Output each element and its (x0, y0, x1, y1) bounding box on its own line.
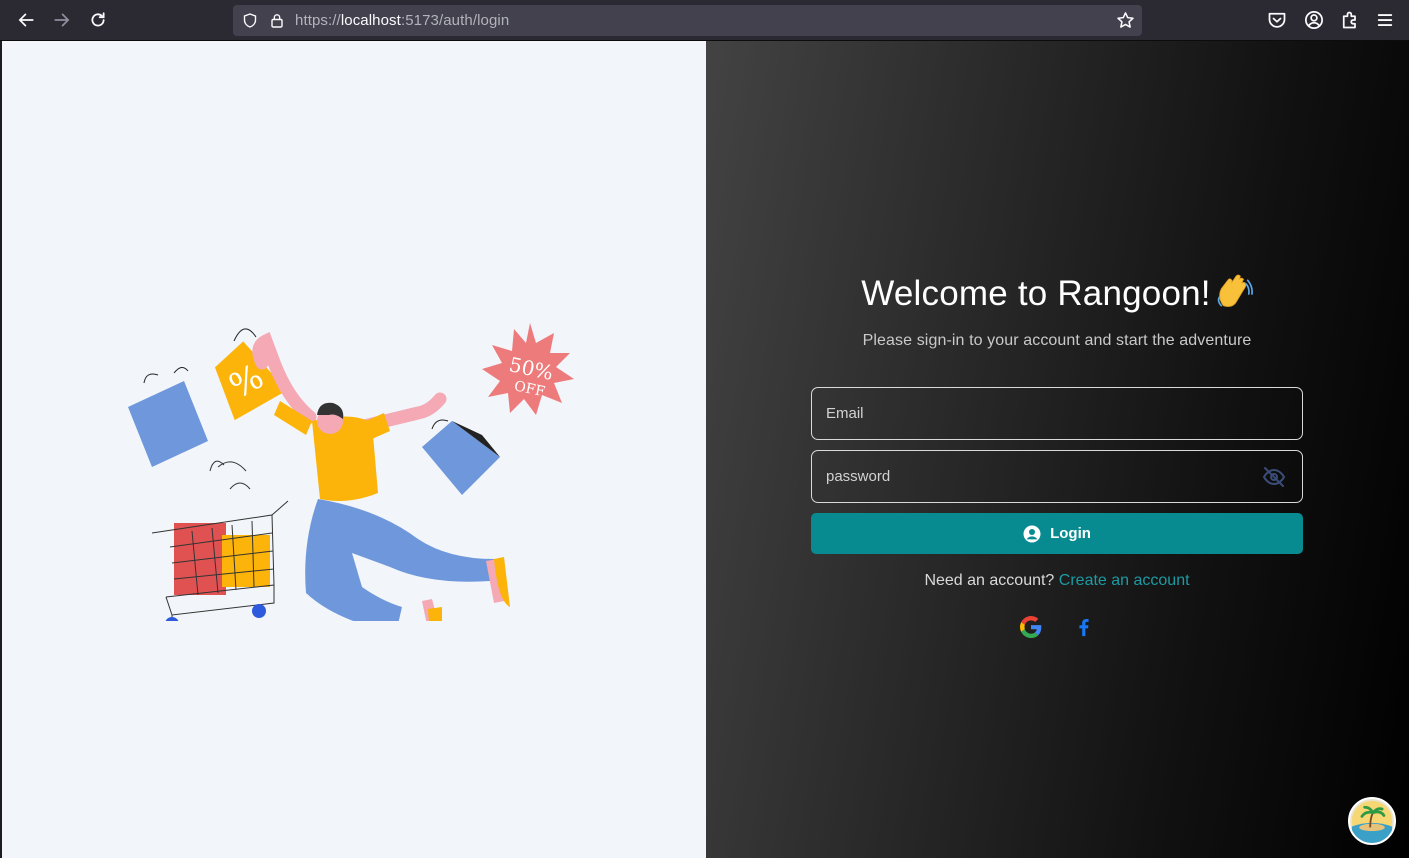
extensions-icon[interactable] (1340, 10, 1360, 30)
email-field[interactable] (812, 388, 1302, 439)
url-bar[interactable]: https://localhost:5173/auth/login (233, 5, 1142, 36)
account-icon[interactable] (1304, 10, 1324, 30)
facebook-login-button[interactable] (1073, 616, 1095, 638)
shopping-bag-blue (128, 367, 208, 467)
floating-avatar-badge[interactable] (1348, 797, 1396, 845)
social-login (811, 616, 1303, 638)
shopping-bag-blue-right (422, 419, 500, 495)
shield-icon[interactable] (242, 12, 258, 29)
password-field[interactable] (812, 451, 1302, 502)
shopping-illustration: % 50% OFF (128, 323, 574, 621)
google-login-button[interactable] (1019, 616, 1042, 638)
page: % 50% OFF Welcome to Rangoon! Please sig… (2, 41, 1409, 858)
forward-icon (54, 13, 70, 27)
cart-wheel (252, 604, 266, 618)
login-button[interactable]: Login (811, 513, 1303, 554)
create-account-link[interactable]: Create an account (1059, 572, 1190, 589)
email-field-wrapper (811, 387, 1303, 440)
login-button-label: Login (1050, 525, 1091, 542)
login-form: Welcome to Rangoon! Please sign-in to yo… (811, 271, 1303, 638)
back-icon (18, 13, 34, 27)
back-button[interactable] (13, 7, 39, 33)
illustration-panel: % 50% OFF (2, 41, 706, 858)
discount-badge: 50% OFF (482, 323, 574, 415)
shopping-cart (151, 460, 289, 621)
page-title: Welcome to Rangoon! (811, 271, 1303, 317)
waving-hand-icon (1217, 274, 1253, 307)
url-path: :5173/auth/login (400, 12, 510, 29)
login-panel: Welcome to Rangoon! Please sign-in to yo… (706, 41, 1409, 858)
need-account-text: Need an account? (924, 572, 1055, 589)
star-icon[interactable] (1116, 11, 1135, 30)
title-text: Welcome to Rangoon! (861, 274, 1211, 313)
url-host: localhost (340, 12, 401, 29)
browser-toolbar: https://localhost:5173/auth/login (0, 0, 1409, 41)
signup-prompt: Need an account? Create an account (811, 572, 1303, 590)
url-text[interactable]: https://localhost:5173/auth/login (295, 12, 509, 29)
facebook-icon (1078, 619, 1089, 637)
lock-icon[interactable] (269, 12, 285, 29)
page-subtitle: Please sign-in to your account and start… (862, 332, 1252, 349)
pocket-icon[interactable] (1267, 10, 1287, 30)
password-field-wrapper (811, 450, 1303, 503)
reload-icon (91, 12, 105, 27)
forward-button[interactable] (49, 7, 75, 33)
cart-wheel (165, 617, 179, 621)
menu-icon[interactable] (1375, 10, 1395, 30)
eye-off-icon[interactable] (1262, 466, 1286, 488)
google-icon (1019, 616, 1041, 638)
url-scheme: https:// (295, 12, 341, 29)
island-icon (1351, 800, 1393, 843)
reload-button[interactable] (85, 7, 111, 33)
user-circle-icon (1023, 525, 1041, 542)
